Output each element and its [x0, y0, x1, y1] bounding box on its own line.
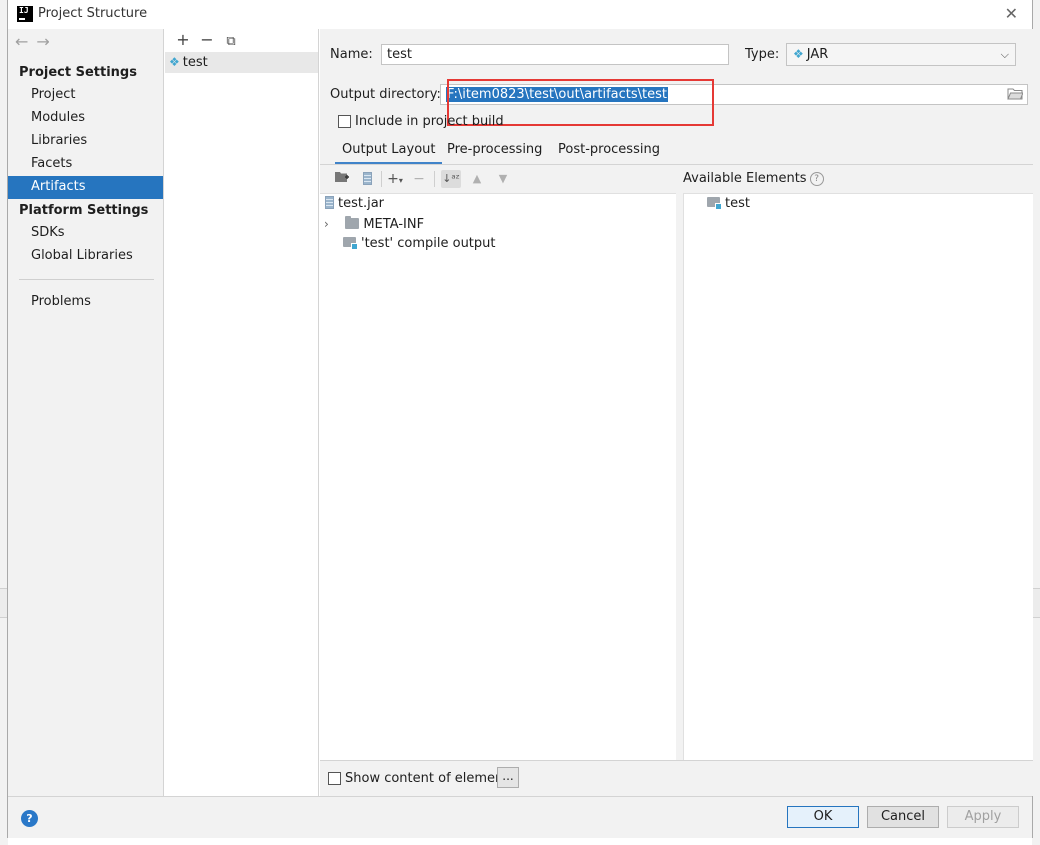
move-up-icon[interactable]: ▲	[467, 170, 487, 188]
type-value: JAR	[806, 47, 829, 62]
tree-node-label: META-INF	[363, 217, 425, 232]
available-elements-tree: test	[683, 193, 1033, 760]
chevron-down-icon: ⌵	[1000, 48, 1009, 61]
nav-item-facets[interactable]: Facets	[8, 153, 163, 176]
toolbar-separator	[434, 171, 435, 187]
include-in-build-label: Include in project build	[355, 114, 504, 129]
available-element-label: test	[725, 196, 750, 211]
tree-node-root[interactable]: test.jar	[325, 194, 384, 214]
nav-divider	[19, 279, 154, 280]
available-elements-heading: Available Elements?	[683, 171, 824, 186]
remove-icon[interactable]: −	[195, 30, 219, 49]
sort-elements-icon[interactable]: ↓ᵃᶻ	[441, 170, 461, 188]
available-element-item[interactable]: test	[707, 194, 750, 214]
artifact-list-item[interactable]: ❖ test	[165, 52, 318, 73]
tab-pre-processing[interactable]: Pre-processing	[440, 137, 549, 165]
background-right-edge	[1032, 0, 1040, 845]
module-output-icon	[343, 237, 358, 250]
folder-icon	[345, 216, 360, 229]
intellij-logo-icon: IJ	[17, 6, 33, 22]
tree-node-meta-inf[interactable]: › META-INF	[324, 214, 424, 234]
output-layout-tree: test.jar › META-INF 'test' compile outpu…	[320, 193, 676, 760]
chevron-right-icon[interactable]: ›	[324, 217, 329, 231]
add-copy-icon[interactable]: +▾	[385, 170, 405, 188]
add-icon[interactable]: +	[171, 30, 195, 49]
back-arrow-icon[interactable]: ←	[15, 32, 36, 51]
output-layout-toolbar: +▾ − ↓ᵃᶻ ▲ ▼	[320, 165, 676, 193]
jar-icon	[325, 196, 334, 209]
dialog-footer: ? OK Cancel Apply	[8, 796, 1032, 838]
artifact-settings: Name: test Type: ❖ JAR ⌵ Output directory…	[320, 29, 1033, 796]
ok-button[interactable]: OK	[787, 806, 859, 828]
nav-item-problems[interactable]: Problems	[8, 291, 163, 314]
toolbar-separator	[381, 171, 382, 187]
module-icon	[707, 197, 722, 210]
project-structure-dialog: IJ Project Structure ✕ ←→ Project Settin…	[7, 0, 1033, 838]
help-icon[interactable]: ?	[809, 172, 824, 186]
nav-item-sdks[interactable]: SDKs	[8, 222, 163, 245]
tree-node-label: test.jar	[338, 196, 385, 211]
type-select[interactable]: ❖ JAR ⌵	[786, 43, 1016, 66]
platform-settings-heading: Platform Settings	[19, 203, 149, 218]
output-layout-footer: Show content of elements ...	[320, 760, 1033, 796]
output-directory-label: Output directory:	[330, 87, 441, 102]
artifact-icon: ❖	[169, 55, 180, 69]
tree-node-compile-output[interactable]: 'test' compile output	[343, 234, 496, 254]
forward-arrow-icon[interactable]: →	[36, 32, 57, 51]
show-content-options-button[interactable]: ...	[497, 767, 519, 788]
background-strip	[1032, 588, 1040, 618]
nav-item-modules[interactable]: Modules	[8, 107, 163, 130]
move-down-icon[interactable]: ▼	[493, 170, 513, 188]
apply-button[interactable]: Apply	[947, 806, 1019, 828]
include-in-build-checkbox[interactable]	[338, 115, 351, 128]
remove-element-icon[interactable]: −	[409, 170, 429, 188]
cancel-button[interactable]: Cancel	[867, 806, 939, 828]
create-archive-icon[interactable]	[357, 170, 377, 188]
copy-icon[interactable]: ⧉	[219, 34, 243, 49]
create-directory-icon[interactable]	[332, 170, 352, 188]
tab-output-layout[interactable]: Output Layout	[335, 137, 443, 165]
nav-item-global-libraries[interactable]: Global Libraries	[8, 245, 163, 268]
type-label: Type:	[745, 47, 780, 62]
nav-item-artifacts[interactable]: Artifacts	[8, 176, 163, 199]
nav-item-libraries[interactable]: Libraries	[8, 130, 163, 153]
tab-post-processing[interactable]: Post-processing	[551, 137, 667, 165]
nav-item-project[interactable]: Project	[8, 84, 163, 107]
close-icon[interactable]: ✕	[1005, 4, 1018, 23]
show-content-label: Show content of elements	[345, 771, 516, 786]
artifact-name: test	[182, 55, 208, 70]
available-elements-title: Available Elements	[683, 171, 807, 186]
settings-nav: ←→ Project Settings Project Modules Libr…	[8, 29, 164, 796]
project-settings-heading: Project Settings	[19, 65, 137, 80]
browse-folder-icon[interactable]	[1007, 87, 1023, 100]
name-label: Name:	[330, 47, 373, 62]
show-content-checkbox[interactable]	[328, 772, 341, 785]
jar-type-icon: ❖	[793, 47, 804, 61]
artifacts-list-toolbar: + − ⧉	[171, 30, 243, 49]
artifacts-list-panel: + − ⧉ ❖ test	[165, 29, 319, 796]
help-button[interactable]: ?	[21, 810, 38, 827]
title-bar: IJ Project Structure ✕	[8, 0, 1032, 29]
window-title: Project Structure	[38, 6, 148, 21]
nav-history: ←→	[15, 32, 58, 51]
name-input[interactable]: test	[381, 44, 729, 65]
tree-node-label: 'test' compile output	[361, 236, 496, 251]
